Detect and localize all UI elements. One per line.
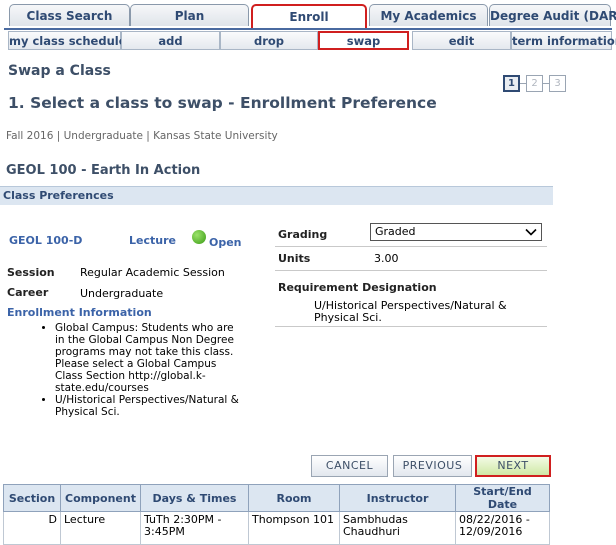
cancel-button[interactable]: CANCEL: [311, 455, 388, 477]
grading-select[interactable]: Graded: [370, 223, 542, 241]
subtab-edit[interactable]: edit: [412, 31, 511, 50]
session-label: Session: [7, 266, 55, 279]
cell-section: D: [3, 511, 61, 545]
status-badge: Open: [209, 236, 242, 249]
column-header: Section: [3, 484, 61, 512]
table-header-row: Section Component Days & Times Room Inst…: [3, 484, 550, 512]
step-2: 2: [526, 75, 543, 92]
next-button[interactable]: NEXT: [475, 455, 551, 477]
subtab-swap[interactable]: swap: [318, 31, 409, 50]
course-title: GEOL 100 - Earth In Action: [6, 163, 201, 178]
units-value: 3.00: [374, 252, 399, 265]
career-value: Undergraduate: [80, 287, 164, 300]
class-section: GEOL 100-D: [9, 234, 83, 247]
enrollment-note: U/Historical Perspectives/Natural & Phys…: [55, 394, 242, 418]
previous-button[interactable]: PREVIOUS: [393, 455, 472, 477]
column-header: Component: [60, 484, 141, 512]
cell-component: Lecture: [60, 511, 141, 545]
column-header: Instructor: [339, 484, 456, 512]
enrollment-notes: Global Campus: Students who are in the G…: [20, 322, 242, 418]
term-info: Fall 2016 | Undergraduate | Kansas State…: [6, 130, 278, 142]
requirement-designation-value: U/Historical Perspectives/Natural & Phys…: [314, 299, 507, 324]
grading-selected-value: Graded: [375, 225, 416, 238]
column-header: Room: [248, 484, 340, 512]
subtab-drop[interactable]: drop: [220, 31, 318, 50]
subtab-my-class-schedule[interactable]: my class schedule: [8, 31, 127, 50]
cell-dates: 08/22/2016 - 12/09/2016: [455, 511, 550, 545]
chevron-down-icon: [525, 228, 537, 236]
units-label: Units: [278, 252, 311, 265]
divider: [275, 326, 547, 327]
subtab-add[interactable]: add: [121, 31, 220, 50]
tab-divider: [4, 28, 612, 30]
step-1: 1: [503, 75, 520, 92]
grading-label: Grading: [278, 228, 328, 241]
step-title: 1. Select a class to swap - Enrollment P…: [8, 94, 437, 112]
tab-my-academics[interactable]: My Academics: [369, 4, 488, 26]
page-title: Swap a Class: [8, 63, 111, 79]
requirement-designation-label: Requirement Designation: [278, 281, 437, 294]
cell-days-times: TuTh 2:30PM - 3:45PM: [140, 511, 249, 545]
open-status-icon: [192, 230, 206, 244]
tab-plan[interactable]: Plan: [130, 4, 249, 26]
enrollment-information-label: Enrollment Information: [7, 306, 152, 319]
step-3: 3: [549, 75, 566, 92]
cell-room: Thompson 101: [248, 511, 340, 545]
cell-instructor: Sambhudas Chaudhuri: [339, 511, 456, 545]
subtab-term-information[interactable]: term information: [511, 31, 616, 50]
session-value: Regular Academic Session: [80, 266, 225, 279]
column-header: Start/End Date: [455, 484, 550, 512]
enrollment-note: Global Campus: Students who are in the G…: [55, 322, 242, 394]
column-header: Days & Times: [140, 484, 249, 512]
divider: [275, 246, 547, 247]
class-component: Lecture: [129, 234, 176, 247]
career-label: Career: [7, 286, 49, 299]
table-row: D Lecture TuTh 2:30PM - 3:45PM Thompson …: [3, 511, 550, 545]
tab-enroll[interactable]: Enroll: [251, 4, 367, 28]
tab-class-search[interactable]: Class Search: [9, 4, 130, 26]
tab-degree-audit[interactable]: Degree Audit (DARS): [489, 4, 616, 26]
divider: [275, 270, 547, 271]
class-preferences-header: Class Preferences: [0, 186, 553, 205]
